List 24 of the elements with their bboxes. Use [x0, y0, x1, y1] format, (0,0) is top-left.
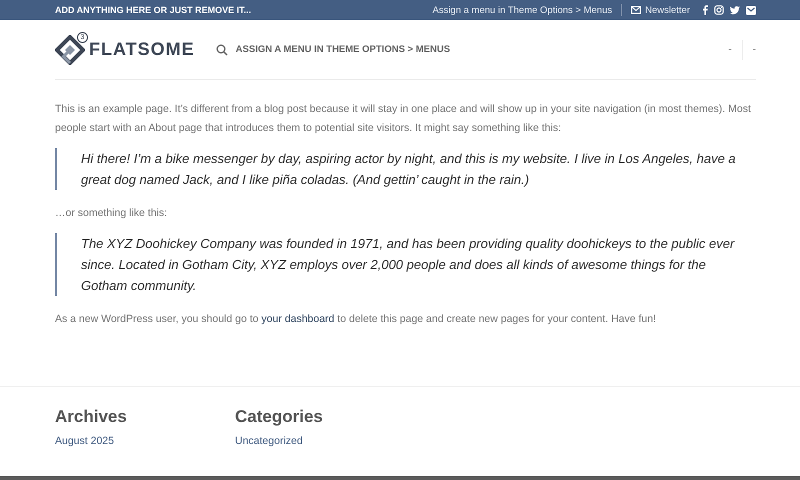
instagram-icon[interactable]: [714, 5, 724, 15]
blockquote: Hi there! I’m a bike messenger by day, aspiring actor by night, and this is my website. I live in Los Angeles, have a great dog named Jack, and I like piña coladas. (And gettin’ caught in the rain.): [55, 148, 756, 190]
top-bar-text: ADD ANYTHING HERE OR JUST REMOVE IT...: [55, 5, 252, 15]
widget-title: Archives: [55, 407, 128, 427]
menu-hint-link[interactable]: Assign a menu in Theme Options > Menus: [432, 4, 612, 16]
header-link[interactable]: -: [728, 44, 732, 55]
paragraph: …or something like this:: [55, 206, 168, 221]
newsletter-link[interactable]: Newsletter: [631, 4, 690, 16]
widget-title: Categories: [235, 407, 324, 427]
paragraph: As a new WordPress user, you should go to your dashboard to delete this page and create new pages for your content. Have fun!: [55, 312, 658, 327]
envelope-icon[interactable]: [746, 6, 756, 14]
envelope-icon: [631, 6, 642, 14]
widget-link[interactable]: Uncategorized: [235, 435, 415, 447]
logo-text: FLATSOME: [89, 39, 195, 60]
paragraph: This is an example page. It’s different from a blog post because it will stay in one place and will show up in your site navigation (in most themes). Most people start with an About page that introduces them to potential site visitors. It might say something like this:: [55, 102, 752, 136]
nav-link[interactable]: ASSIGN A MENU IN THEME OPTIONS > MENUS: [236, 44, 450, 55]
header-link[interactable]: -: [752, 44, 756, 55]
dashboard-link[interactable]: your dashboard: [261, 313, 334, 325]
widget-link[interactable]: August 2025: [55, 435, 235, 447]
facebook-icon[interactable]: [702, 5, 708, 15]
diamond-logo-icon: [55, 34, 85, 64]
bird-icon[interactable]: [730, 6, 740, 14]
search-icon[interactable]: [216, 44, 228, 56]
blockquote: The XYZ Doohickey Company was founded in 1971, and has been providing quality doohickeys to the public ever since. Located in Gotham City, XYZ employs over 2,000 people and does all kinds of awesome things for the Gotham community.: [55, 233, 756, 296]
